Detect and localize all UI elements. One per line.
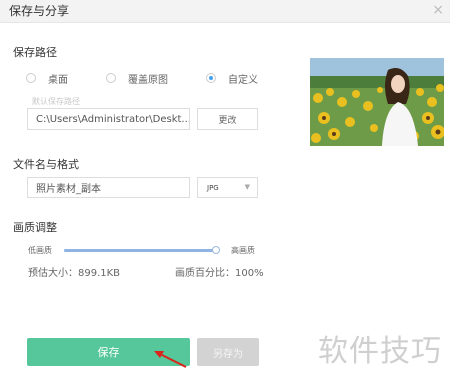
file-name-input[interactable]: 照片素材_副本 bbox=[27, 177, 190, 198]
close-icon[interactable]: × bbox=[432, 1, 444, 19]
file-name-format-label: 文件名与格式 bbox=[13, 158, 79, 171]
change-path-button[interactable]: 更改 bbox=[197, 108, 258, 130]
radio-indicator bbox=[106, 73, 116, 83]
slider-track[interactable] bbox=[64, 246, 220, 254]
chevron-down-icon: ▼ bbox=[244, 183, 250, 191]
radio-custom[interactable]: 自定义 bbox=[206, 70, 258, 86]
format-select[interactable]: JPG ▼ bbox=[197, 177, 258, 198]
default-path-hint: 默认保存路径 bbox=[32, 97, 80, 106]
photo-preview-image bbox=[310, 58, 444, 146]
preview-image bbox=[310, 58, 444, 146]
estimated-size: 预估大小：899.1KB bbox=[28, 268, 121, 279]
slider-thumb[interactable] bbox=[212, 246, 220, 254]
save-path-label: 保存路径 bbox=[13, 46, 57, 59]
save-share-dialog: 保存与分享 × 保存路径 桌面 覆盖原图 自定义 默认保存路径 C:\Users… bbox=[0, 0, 450, 378]
format-value: JPG bbox=[207, 183, 219, 192]
high-quality-label: 高画质 bbox=[231, 246, 255, 255]
radio-indicator bbox=[26, 73, 36, 83]
save-as-button[interactable]: 另存为 bbox=[197, 338, 259, 366]
save-path-field[interactable]: C:\Users\Administrator\Deskt... bbox=[27, 108, 190, 130]
quality-slider[interactable]: 低画质 高画质 bbox=[28, 243, 263, 257]
radio-label: 自定义 bbox=[228, 74, 258, 86]
save-path-options: 桌面 覆盖原图 自定义 bbox=[26, 70, 286, 86]
radio-overwrite[interactable]: 覆盖原图 bbox=[106, 70, 168, 86]
quality-label: 画质调整 bbox=[13, 221, 57, 234]
watermark-text: 软件技巧 bbox=[318, 334, 442, 369]
dialog-titlebar: 保存与分享 × bbox=[0, 0, 450, 23]
dialog-title: 保存与分享 bbox=[9, 4, 70, 18]
radio-label: 覆盖原图 bbox=[128, 74, 168, 86]
radio-desktop[interactable]: 桌面 bbox=[26, 70, 68, 86]
low-quality-label: 低画质 bbox=[28, 246, 52, 255]
arrow-annotation-icon bbox=[154, 351, 187, 368]
radio-label: 桌面 bbox=[48, 74, 68, 86]
slider-fill bbox=[64, 249, 216, 252]
radio-indicator-selected bbox=[206, 73, 216, 83]
quality-percent: 画质百分比：100% bbox=[175, 268, 264, 279]
